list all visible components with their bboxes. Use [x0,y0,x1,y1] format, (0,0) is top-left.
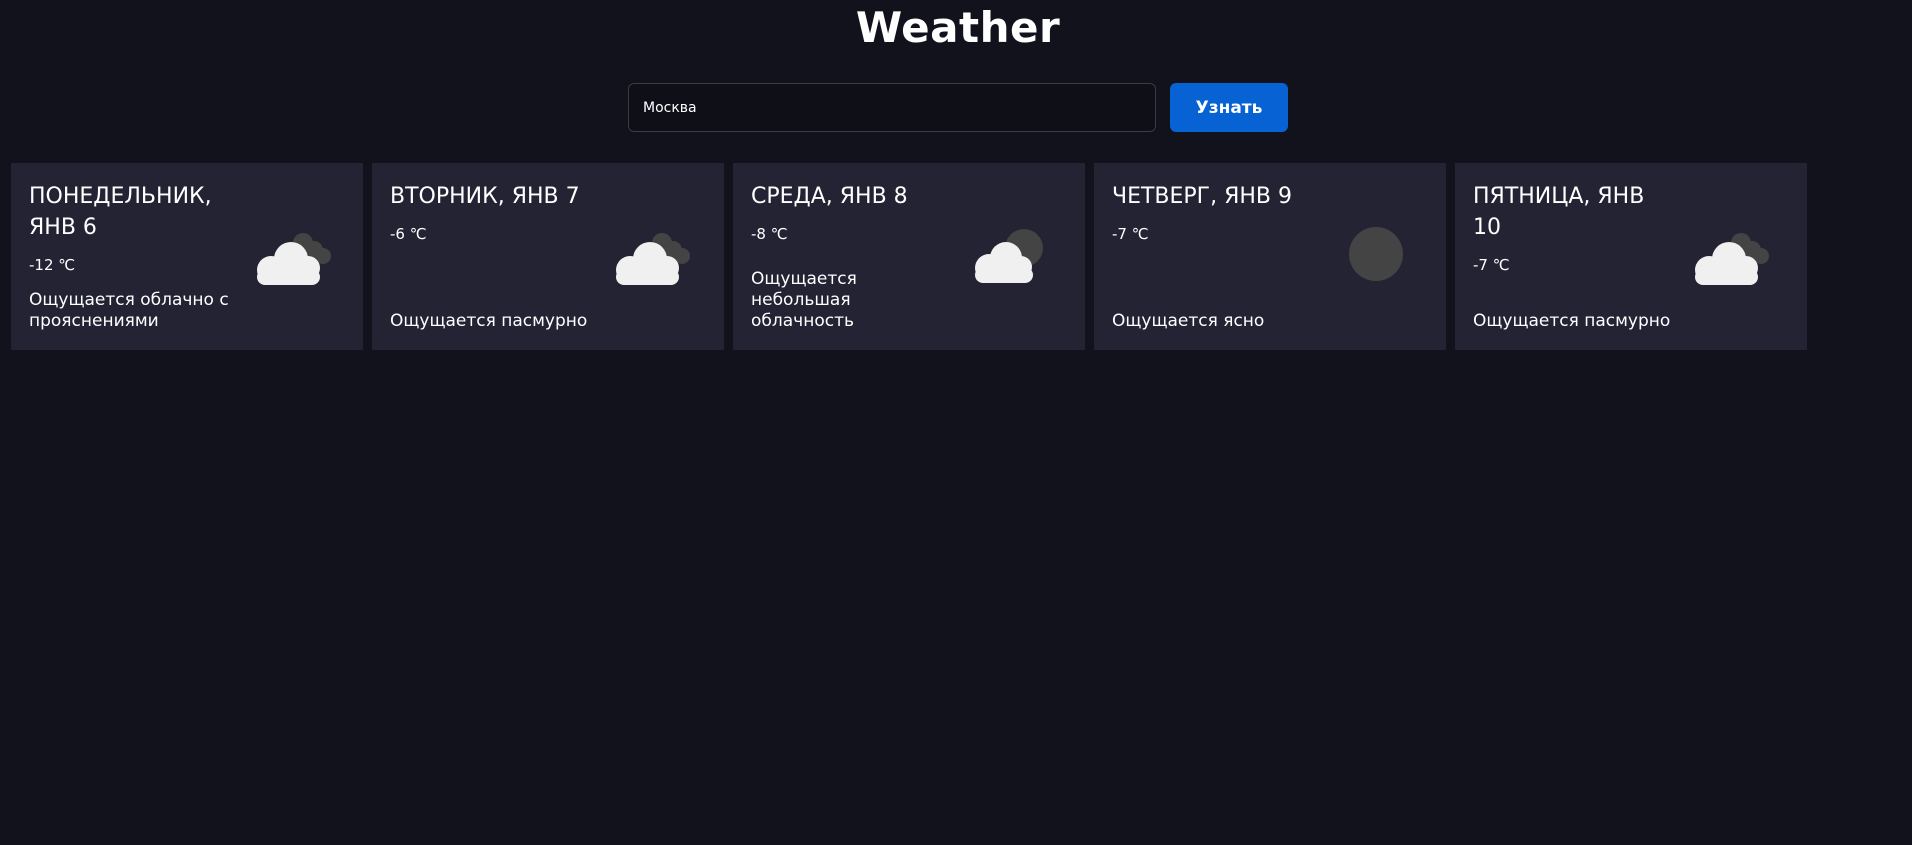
forecast-card: ЧЕТВЕРГ, ЯНВ 9 -7 ℃ Ощущается ясно [1094,163,1446,350]
clear-night-icon [1349,227,1403,281]
forecast-date: ВТОРНИК, ЯНВ 7 [390,184,580,209]
forecast-date: ПЯТНИЦА, ЯНВ 10 [1473,184,1645,240]
forecast-card: ПЯТНИЦА, ЯНВ 10 -7 ℃ Ощущается пасмурно [1455,163,1807,350]
forecast-description: Ощущается облачно с прояснениями [29,290,229,331]
forecast-description: Ощущается ясно [1112,311,1265,331]
forecast-date: ПОНЕДЕЛЬНИК, ЯНВ 6 [29,184,212,240]
overcast-icon [616,233,690,285]
search-bar: Узнать [628,83,1288,132]
forecast-card: ВТОРНИК, ЯНВ 7 -6 ℃ Ощущается пасмурно [372,163,724,350]
forecast-card: ПОНЕДЕЛЬНИК, ЯНВ 6 -12 ℃ Ощущается облач… [11,163,363,350]
partly-cloudy-icon [257,233,331,285]
city-search-input[interactable] [628,83,1156,132]
submit-button[interactable]: Узнать [1170,83,1288,132]
forecast-description: Ощущается пасмурно [1473,311,1671,331]
page-title: Weather [855,3,1061,52]
forecast-date: СРЕДА, ЯНВ 8 [751,184,908,209]
overcast-icon [1695,233,1769,285]
forecast-description: Ощущается пасмурно [390,311,588,331]
forecast-card: СРЕДА, ЯНВ 8 -8 ℃ Ощущается небольшая об… [733,163,1085,350]
forecast-date: ЧЕТВЕРГ, ЯНВ 9 [1112,184,1292,209]
forecast-list: ПОНЕДЕЛЬНИК, ЯНВ 6 -12 ℃ Ощущается облач… [11,163,1807,350]
few-clouds-icon [975,229,1043,283]
forecast-description: Ощущается небольшая облачность [751,269,857,331]
